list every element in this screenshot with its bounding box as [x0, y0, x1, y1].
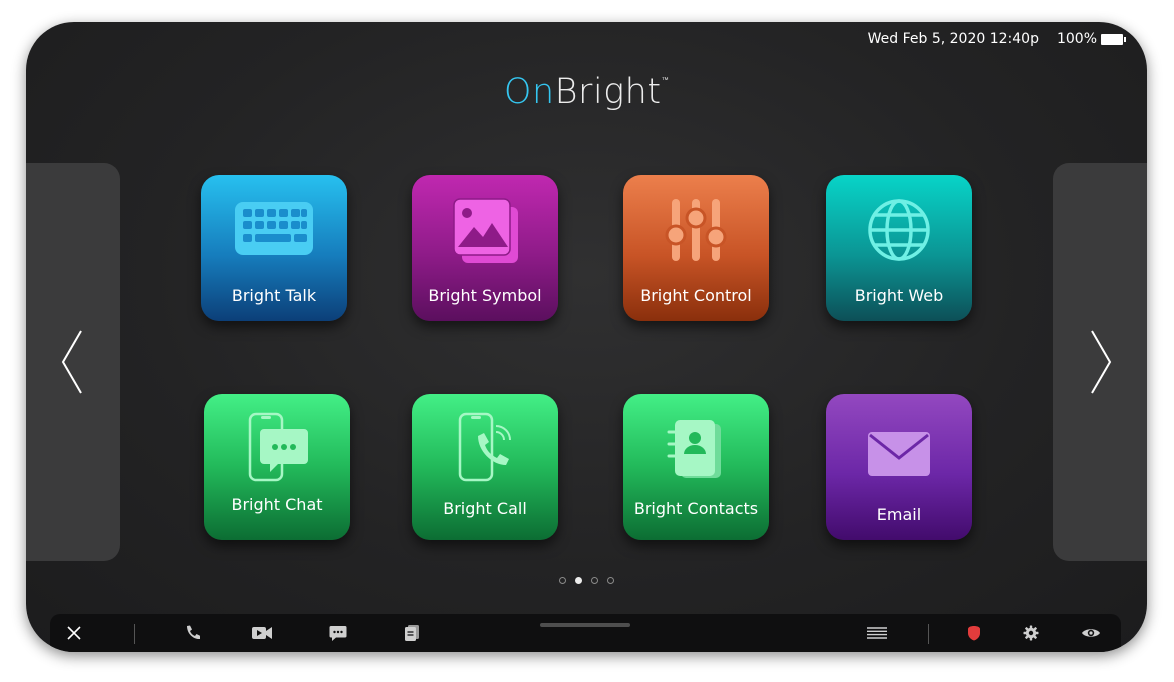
keyboard-lines-icon	[867, 627, 887, 639]
globe-icon	[868, 199, 930, 261]
app-tile-bright-chat[interactable]: Bright Chat	[204, 394, 350, 540]
page-indicator	[26, 577, 1147, 584]
taskbar	[50, 614, 1121, 652]
phone-call-icon	[458, 412, 511, 482]
document-icon	[405, 625, 419, 641]
divider	[134, 624, 135, 644]
app-label: Bright Chat	[231, 495, 323, 514]
page-dot[interactable]	[607, 577, 614, 584]
app-tile-bright-call[interactable]: Bright Call	[412, 394, 558, 540]
settings-button[interactable]	[1017, 614, 1045, 652]
battery-indicator: 100%	[1056, 31, 1126, 47]
chat-bubble-icon	[329, 625, 347, 641]
close-icon	[67, 626, 81, 640]
app-tile-bright-symbol[interactable]: Bright Symbol	[412, 175, 558, 321]
app-label: Bright Talk	[231, 286, 317, 305]
divider	[928, 624, 929, 644]
envelope-icon	[868, 432, 930, 476]
alert-button[interactable]	[960, 614, 988, 652]
keyboard-button[interactable]	[862, 614, 892, 652]
keyboard-icon	[235, 202, 313, 255]
gear-icon	[1023, 625, 1039, 641]
drag-handle[interactable]	[540, 623, 630, 627]
battery-icon	[1101, 33, 1126, 45]
app-tile-email[interactable]: Email	[826, 394, 972, 540]
messages-button[interactable]	[324, 614, 352, 652]
app-label: Email	[876, 505, 922, 524]
eye-gaze-button[interactable]	[1076, 614, 1106, 652]
eye-icon	[1082, 629, 1100, 637]
sliders-icon	[665, 199, 727, 261]
close-button[interactable]	[60, 614, 88, 652]
documents-button[interactable]	[398, 614, 426, 652]
app-label: Bright Web	[854, 286, 944, 305]
page-dot[interactable]	[591, 577, 598, 584]
phone-icon	[187, 625, 200, 640]
alert-shield-icon	[968, 626, 980, 641]
phone-button[interactable]	[178, 614, 206, 652]
contacts-book-icon	[667, 420, 721, 478]
app-tile-bright-control[interactable]: Bright Control	[623, 175, 769, 321]
app-label: Bright Call	[443, 499, 527, 518]
onbright-logo: OnBright™	[503, 72, 670, 112]
app-tile-bright-contacts[interactable]: Bright Contacts	[623, 394, 769, 540]
app-tile-bright-web[interactable]: Bright Web	[826, 175, 972, 321]
page-dot[interactable]	[559, 577, 566, 584]
date-time: Wed Feb 5, 2020 12:40p	[867, 31, 1039, 47]
status-bar: Wed Feb 5, 2020 12:40p 100%	[867, 31, 1126, 47]
video-button[interactable]	[248, 614, 276, 652]
app-label: Bright Control	[640, 286, 752, 305]
battery-percent: 100%	[1056, 31, 1097, 47]
app-label: Bright Symbol	[428, 286, 542, 305]
next-page-button[interactable]	[1053, 163, 1147, 561]
app-label: Bright Contacts	[633, 499, 759, 518]
page-dot-active[interactable]	[575, 577, 582, 584]
phone-chat-icon	[248, 412, 308, 482]
previous-page-button[interactable]	[26, 163, 120, 561]
app-tile-bright-talk[interactable]: Bright Talk	[201, 175, 347, 321]
video-camera-icon	[252, 627, 272, 639]
chevron-right-icon	[1091, 330, 1112, 394]
chevron-left-icon	[61, 330, 82, 394]
images-icon	[453, 198, 518, 263]
tablet-screen: Wed Feb 5, 2020 12:40p 100% OnBright™ Br…	[26, 22, 1147, 652]
